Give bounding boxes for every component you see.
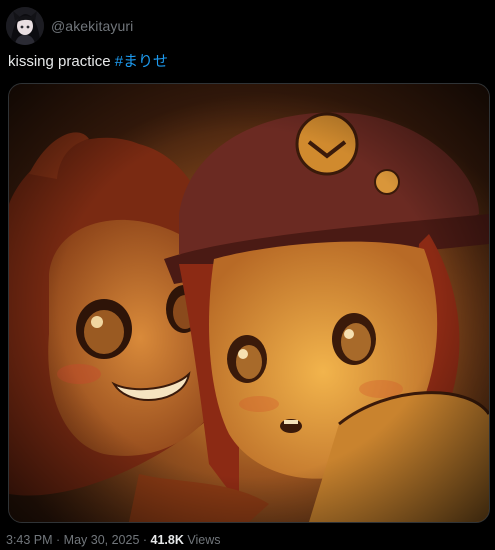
avatar[interactable]	[6, 7, 44, 45]
artwork-image	[9, 84, 489, 522]
author-handle[interactable]: @akekitayuri	[51, 18, 133, 34]
tweet-card: @akekitayuri kissing practice #まりせ 3:43 …	[0, 0, 495, 550]
meta-separator: ·	[139, 533, 151, 547]
tweet-date[interactable]: May 30, 2025	[64, 533, 140, 547]
tweet-text: kissing practice #まりせ	[8, 52, 168, 72]
tweet-text-body: kissing practice	[8, 53, 115, 70]
views-label: Views	[183, 533, 221, 547]
views-count: 41.8K	[150, 533, 184, 547]
tweet-meta: 3:43 PM · May 30, 2025 · 41.8K Views	[6, 532, 220, 548]
hashtag-link[interactable]: #まりせ	[115, 53, 168, 70]
avatar-image	[6, 7, 44, 45]
tweet-media[interactable]	[8, 83, 490, 523]
tweet-header: @akekitayuri	[6, 6, 133, 46]
meta-separator: ·	[52, 533, 64, 547]
tweet-time[interactable]: 3:43 PM	[6, 533, 53, 547]
